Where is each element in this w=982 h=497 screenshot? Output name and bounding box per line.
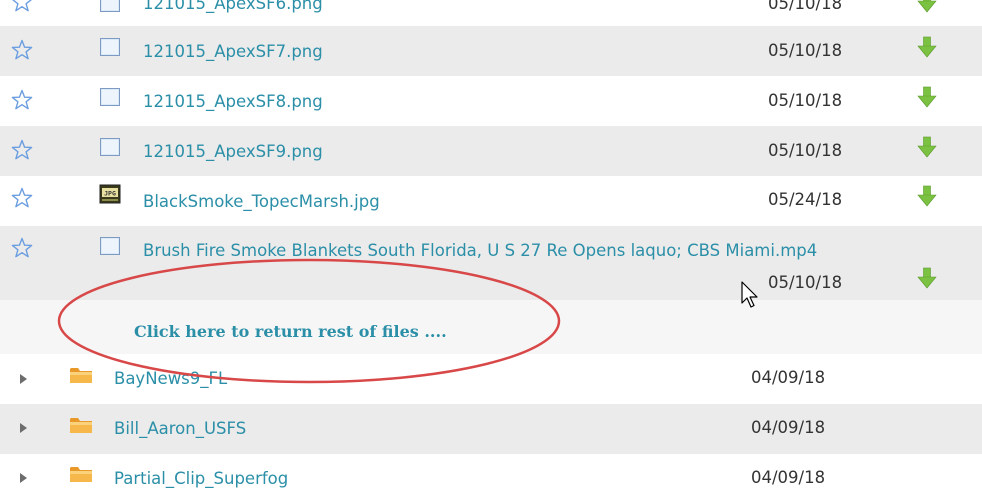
file-icon [99,0,121,13]
expand-triangle-icon[interactable] [17,421,29,435]
file-icon [99,37,121,57]
folder-name-link[interactable]: Bill_Aaron_USFS [114,419,246,438]
folder-date: 04/09/18 [751,368,826,387]
file-name-link[interactable]: 121015_ApexSF9.png [143,142,323,161]
file-name-link[interactable]: 121015_ApexSF6.png [143,0,323,13]
folder-date: 04/09/18 [751,418,826,437]
star-outline-icon[interactable] [10,236,34,260]
folder-row[interactable]: Partial_Clip_Superfog 04/09/18 [0,454,982,497]
mouse-cursor [741,281,758,308]
file-name-link[interactable]: 121015_ApexSF8.png [143,92,323,111]
file-icon [99,87,121,107]
folder-icon [68,414,94,436]
download-arrow-icon[interactable] [916,184,938,208]
download-arrow-icon[interactable] [916,35,938,59]
download-arrow-icon[interactable] [916,135,938,159]
file-name-link[interactable]: Brush Fire Smoke Blankets South Florida,… [143,241,817,260]
star-outline-icon[interactable] [10,0,34,14]
file-date: 05/10/18 [768,91,843,110]
download-arrow-icon[interactable] [916,0,938,14]
download-arrow-icon[interactable] [916,85,938,109]
folder-name-link[interactable]: BayNews9_FL [114,369,227,388]
file-date: 05/10/18 [768,273,843,292]
expand-triangle-icon[interactable] [17,471,29,485]
folder-date: 04/09/18 [751,468,826,487]
file-date: 05/10/18 [768,41,843,60]
folder-name-link[interactable]: Partial_Clip_Superfog [114,469,288,488]
return-rest-of-files-link[interactable]: Click here to return rest of files .... [134,322,447,341]
star-outline-icon[interactable] [10,38,34,62]
star-outline-icon[interactable] [10,186,34,210]
svg-text:JPG: JPG [104,190,116,198]
file-date: 05/10/18 [768,141,843,160]
star-outline-icon[interactable] [10,88,34,112]
file-row[interactable]: 121015_ApexSF9.png 05/10/18 [0,126,982,176]
file-date: 05/10/18 [768,0,843,13]
file-icon [99,236,121,256]
file-row[interactable]: 121015_ApexSF6.png 05/10/18 [0,0,982,26]
jpg-file-icon: JPG [99,184,121,204]
expand-triangle-icon[interactable] [17,372,29,386]
folder-row[interactable]: BayNews9_FL 04/09/18 [0,354,982,404]
file-icon [99,137,121,157]
file-row[interactable]: Brush Fire Smoke Blankets South Florida,… [0,226,982,300]
folder-row[interactable]: Bill_Aaron_USFS 04/09/18 [0,404,982,454]
star-outline-icon[interactable] [10,138,34,162]
folder-icon [68,463,94,485]
file-date: 05/24/18 [768,190,843,209]
download-arrow-icon[interactable] [916,266,938,290]
file-name-link[interactable]: 121015_ApexSF7.png [143,42,323,61]
file-name-link[interactable]: BlackSmoke_TopecMarsh.jpg [143,192,380,211]
file-row[interactable]: JPG BlackSmoke_TopecMarsh.jpg 05/24/18 [0,176,982,226]
file-row[interactable]: 121015_ApexSF8.png 05/10/18 [0,76,982,126]
folder-icon [68,364,94,386]
file-row[interactable]: 121015_ApexSF7.png 05/10/18 [0,26,982,76]
